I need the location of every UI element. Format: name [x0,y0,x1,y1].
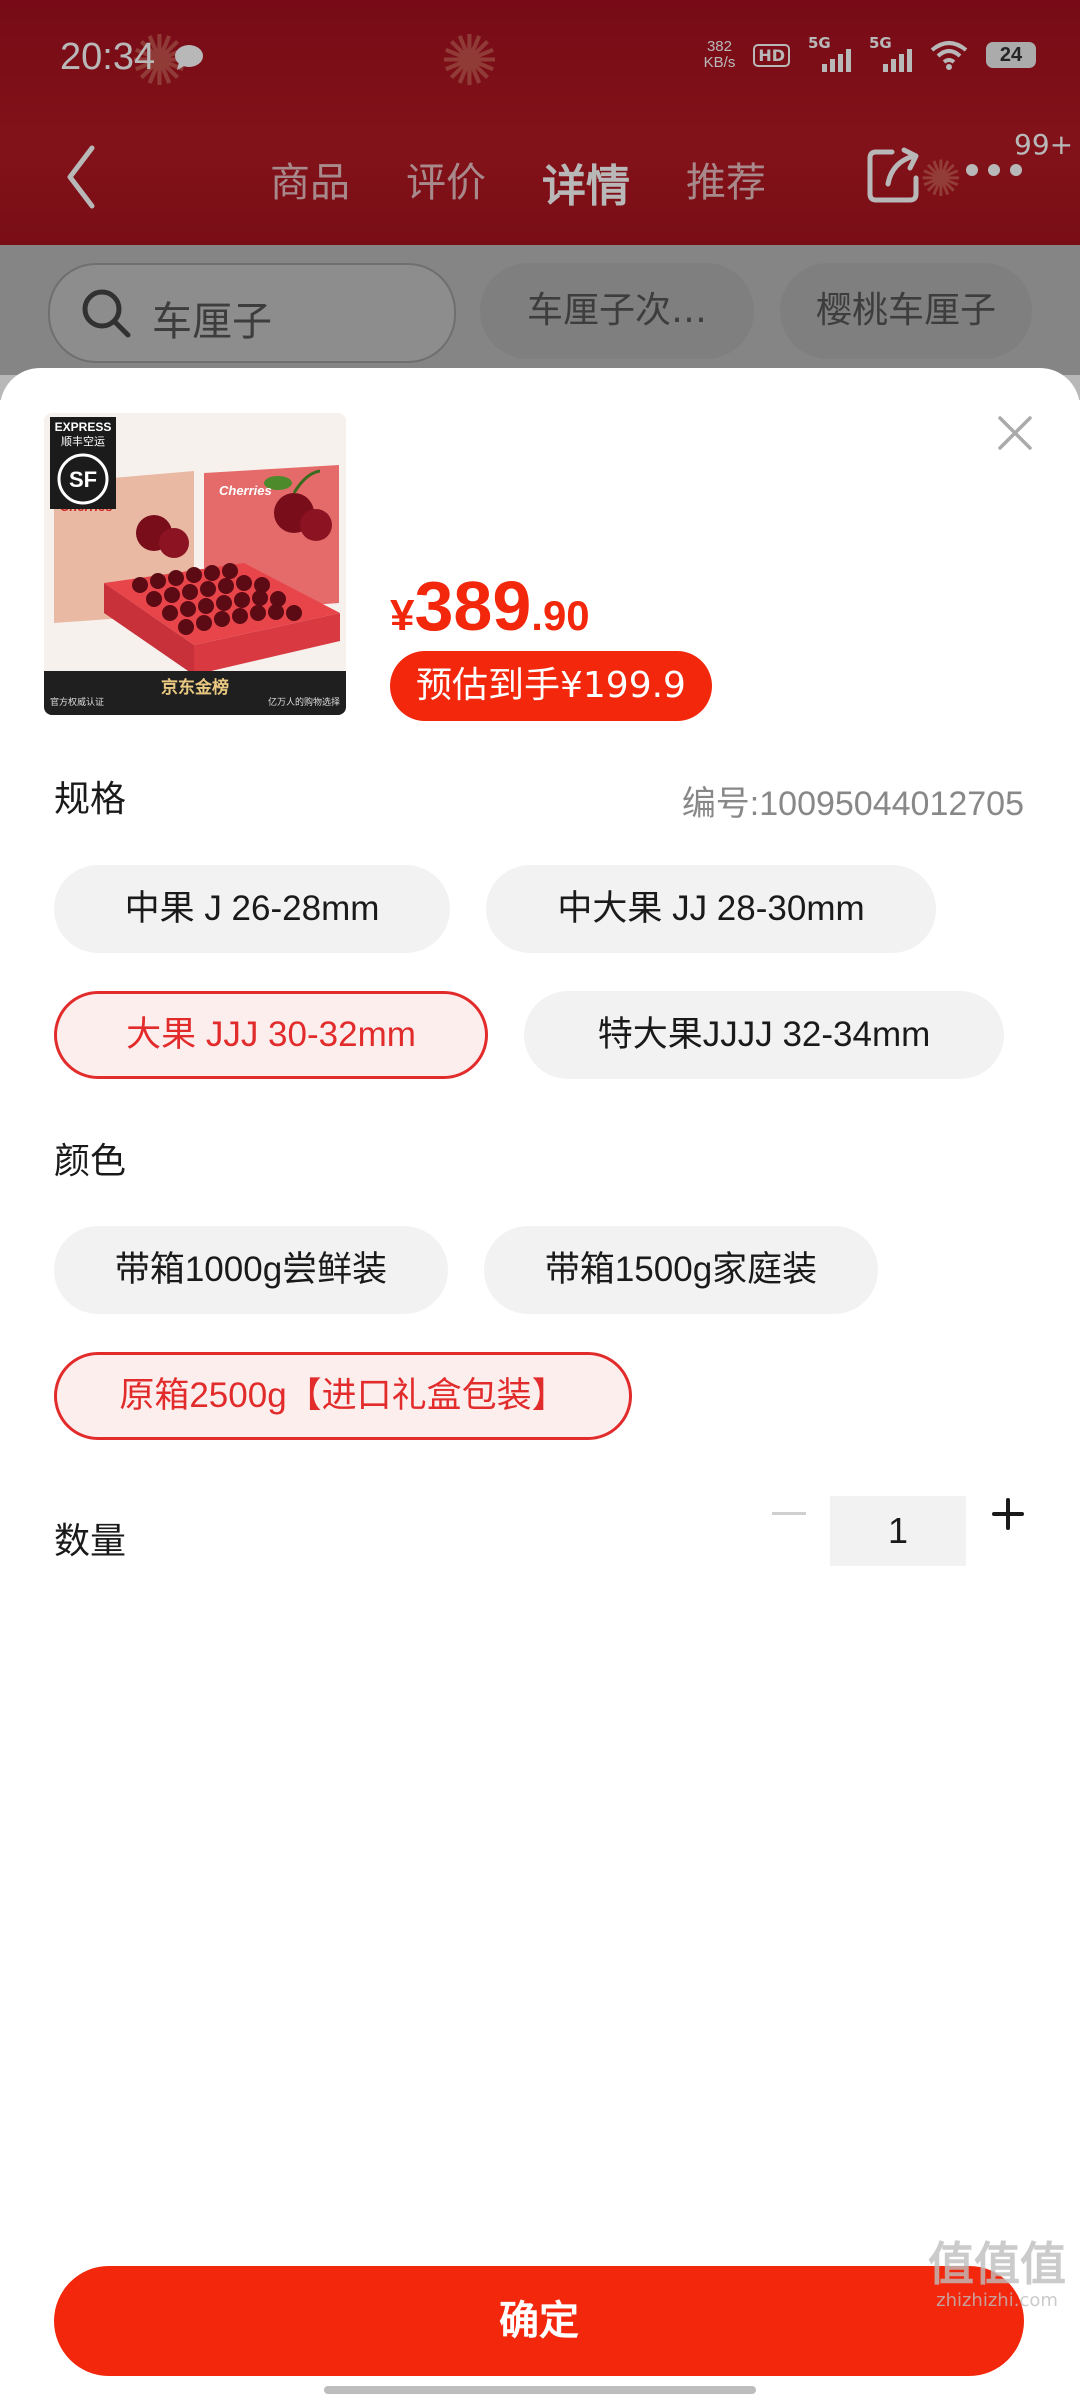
image-brand-label: 京东金榜 [161,677,229,698]
home-indicator[interactable] [324,2386,756,2394]
color-option[interactable]: 带箱1500g家庭装 [484,1226,878,1314]
price-integer: 389 [414,567,532,645]
sku-number: 编号:10095044012705 [681,785,1024,823]
price-currency: ¥ [390,591,415,640]
image-right-caption: 亿万人的购物选择 [268,696,340,708]
quantity-title: 数量 [54,1521,127,1562]
confirm-button[interactable]: 确定 [54,2266,1024,2376]
spec-option[interactable]: 特大果JJJJ 32-34mm [524,991,1004,1079]
color-option-selected[interactable]: 原箱2500g【进口礼盒包装】 [54,1352,632,1440]
quantity-increase-button[interactable] [992,1498,1024,1530]
color-title: 颜色 [54,1141,127,1182]
box-label-text: Cherries [219,483,272,498]
cherry-gift-box-image: Cherries Cherries EXPRESS 顺丰空运 SF 官方权威认证 [44,413,346,715]
express-cn-label: 顺丰空运 [61,434,105,448]
express-label: EXPRESS [55,420,112,434]
price-decimal: .90 [531,592,590,639]
image-left-caption: 官方权威认证 [50,696,104,708]
watermark: 值值值 zhizhizhi.com [928,2228,1066,2311]
spec-option[interactable]: 中果 J 26-28mm [54,865,450,953]
product-price: ¥389.90 [390,566,590,646]
color-option[interactable]: 带箱1000g尝鲜装 [54,1226,448,1314]
spec-option[interactable]: 中大果 JJ 28-30mm [486,865,936,953]
sku-selector-sheet: Cherries Cherries EXPRESS 顺丰空运 SF 官方权威认证 [0,368,1080,2400]
modal-overlay[interactable] [0,0,1080,400]
spec-option-selected[interactable]: 大果 JJJ 30-32mm [54,991,488,1079]
watermark-url: zhizhizhi.com [936,2290,1058,2311]
spec-title: 规格 [54,779,127,820]
estimated-price-badge: 预估到手¥199.9 [390,651,712,721]
svg-text:SF: SF [69,467,97,492]
quantity-input[interactable]: 1 [830,1496,966,1566]
quantity-decrease-button[interactable] [772,1512,806,1515]
watermark-logo: 值值值 [928,2237,1066,2291]
product-thumbnail: Cherries Cherries EXPRESS 顺丰空运 SF 官方权威认证 [44,413,346,715]
close-icon[interactable] [996,414,1034,452]
